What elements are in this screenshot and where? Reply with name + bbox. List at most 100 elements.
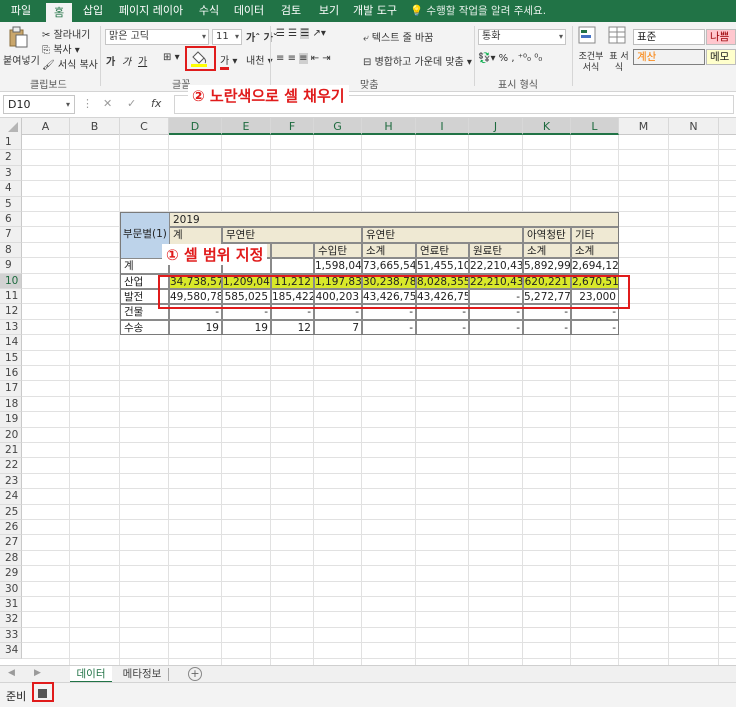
tab-review[interactable]: 검토 bbox=[276, 0, 306, 22]
tab-data[interactable]: 데이터 bbox=[232, 0, 266, 22]
name-box[interactable]: D10 ▾ bbox=[3, 95, 75, 114]
column-header-j[interactable]: J bbox=[469, 118, 523, 135]
row-header-4[interactable]: 4 bbox=[0, 181, 22, 197]
check-icon[interactable]: ✓ bbox=[127, 97, 136, 110]
style-calculation[interactable]: 계산 bbox=[633, 49, 705, 65]
tab-developer[interactable]: 개발 도구 bbox=[350, 0, 400, 22]
row-header-2[interactable]: 2 bbox=[0, 150, 22, 166]
font-size-select[interactable]: 11 ▾ bbox=[212, 29, 242, 45]
font-name-select[interactable]: 맑은 고딕 ▾ bbox=[105, 29, 209, 45]
sheet-tab-meta[interactable]: 메타정보 bbox=[116, 666, 168, 683]
align-top-buttons[interactable]: ☰ ☰ ☰ ↗▾ bbox=[276, 28, 326, 39]
row-header-10[interactable]: 10 bbox=[0, 273, 22, 289]
row-header-24[interactable]: 24 bbox=[0, 489, 22, 505]
row-header-9[interactable]: 9 bbox=[0, 258, 22, 274]
underline-button[interactable]: 가 bbox=[138, 53, 147, 68]
phonetic-button[interactable]: 내천 ▾ bbox=[246, 52, 273, 67]
row-header-29[interactable]: 29 bbox=[0, 566, 22, 582]
row-header-32[interactable]: 32 bbox=[0, 612, 22, 628]
select-all-button[interactable] bbox=[0, 118, 22, 135]
row-header-17[interactable]: 17 bbox=[0, 381, 22, 397]
column-header-a[interactable]: A bbox=[22, 118, 70, 135]
row-header-20[interactable]: 20 bbox=[0, 427, 22, 443]
scroll-left-icon[interactable]: ◀ bbox=[8, 668, 15, 678]
column-header-i[interactable]: I bbox=[416, 118, 469, 135]
tab-page-layout[interactable]: 페이지 레이아웃 bbox=[114, 0, 188, 39]
cut-button[interactable]: ✂ 잘라내기 bbox=[42, 26, 90, 41]
add-sheet-icon[interactable]: + bbox=[188, 667, 202, 681]
row-header-6[interactable]: 6 bbox=[0, 212, 22, 228]
chevron-down-icon: ▾ bbox=[74, 45, 80, 56]
number-buttons[interactable]: 💱▾ % , ⁺⁰₀ ⁰₀ bbox=[478, 53, 542, 64]
row-header-12[interactable]: 12 bbox=[0, 304, 22, 320]
style-bad[interactable]: 나쁨 bbox=[706, 29, 736, 45]
row-header-22[interactable]: 22 bbox=[0, 458, 22, 474]
number-format-select[interactable]: 통화 ▾ bbox=[478, 29, 566, 45]
row-header-27[interactable]: 27 bbox=[0, 535, 22, 551]
column-header-e[interactable]: E bbox=[222, 118, 271, 135]
bold-button[interactable]: 가 bbox=[106, 53, 115, 68]
tab-file[interactable]: 파일 bbox=[4, 0, 38, 22]
row-header-14[interactable]: 14 bbox=[0, 335, 22, 351]
row-header-8[interactable]: 8 bbox=[0, 242, 22, 259]
align-horizontal-buttons[interactable]: ≡ ≡ ≡ ⇤ ⇥ bbox=[276, 53, 331, 64]
row-header-5[interactable]: 5 bbox=[0, 196, 22, 212]
row-header-15[interactable]: 15 bbox=[0, 350, 22, 366]
row-header-18[interactable]: 18 bbox=[0, 396, 22, 413]
align-bottom-icon: ☰ bbox=[300, 28, 310, 39]
grow-font-button[interactable]: 가ˆ 가ˇ bbox=[246, 29, 278, 44]
row-header-31[interactable]: 31 bbox=[0, 597, 22, 613]
sheet-tab-data[interactable]: 데이터 bbox=[70, 666, 112, 683]
column-header-c[interactable]: C bbox=[120, 118, 169, 135]
paste-button[interactable] bbox=[8, 26, 28, 48]
row-header-3[interactable]: 3 bbox=[0, 165, 22, 182]
row-header-1[interactable]: 1 bbox=[0, 135, 22, 151]
column-header-l[interactable]: L bbox=[571, 118, 619, 135]
tab-home[interactable]: 홈 bbox=[46, 3, 72, 22]
row-header-28[interactable]: 28 bbox=[0, 550, 22, 567]
row-header-30[interactable]: 30 bbox=[0, 581, 22, 597]
column-header-m[interactable]: M bbox=[619, 118, 669, 135]
wrap-text-button[interactable]: ⤶ 텍스트 줄 바꿈 bbox=[363, 29, 433, 44]
row-header-33[interactable]: 33 bbox=[0, 627, 22, 644]
row-header-11[interactable]: 11 bbox=[0, 289, 22, 305]
column-header-b[interactable]: B bbox=[70, 118, 120, 135]
column-header-h[interactable]: H bbox=[362, 118, 416, 135]
row-header-16[interactable]: 16 bbox=[0, 366, 22, 382]
cancel-icon[interactable]: ✕ bbox=[103, 97, 112, 110]
tab-insert[interactable]: 삽입 bbox=[78, 0, 108, 22]
row-header-26[interactable]: 26 bbox=[0, 520, 22, 536]
format-as-table-button[interactable] bbox=[608, 26, 626, 44]
column-header-k[interactable]: K bbox=[523, 118, 571, 135]
insert-function-icon[interactable]: fx bbox=[151, 97, 161, 110]
row-header-7[interactable]: 7 bbox=[0, 227, 22, 243]
lightbulb-icon: 💡 bbox=[410, 5, 424, 17]
conditional-format-button[interactable] bbox=[578, 26, 596, 44]
column-header-n[interactable]: N bbox=[669, 118, 719, 135]
borders-button[interactable]: ⊞ ▾ bbox=[163, 52, 180, 63]
column-header-f[interactable]: F bbox=[271, 118, 314, 135]
italic-button[interactable]: 가 bbox=[122, 53, 131, 68]
row-header-19[interactable]: 19 bbox=[0, 412, 22, 428]
tab-formulas[interactable]: 수식 bbox=[194, 0, 224, 22]
group-divider bbox=[572, 26, 573, 86]
style-note[interactable]: 메모 bbox=[706, 49, 736, 65]
scroll-right-icon[interactable]: ▶ bbox=[34, 668, 41, 678]
row-header-21[interactable]: 21 bbox=[0, 443, 22, 459]
column-header-d[interactable]: D bbox=[169, 118, 222, 135]
format-painter-button[interactable]: 🖌 서식 복사 bbox=[42, 56, 98, 71]
row-header-13[interactable]: 13 bbox=[0, 319, 22, 336]
align-middle-icon: ☰ bbox=[288, 28, 298, 39]
font-color-button[interactable]: 가 ▾ bbox=[220, 52, 237, 70]
row-header-25[interactable]: 25 bbox=[0, 504, 22, 520]
copy-button[interactable]: ⎘ 복사 ▾ bbox=[42, 41, 80, 56]
tab-view[interactable]: 보기 bbox=[314, 0, 344, 22]
row-header-23[interactable]: 23 bbox=[0, 473, 22, 490]
style-normal[interactable]: 표준 bbox=[633, 29, 705, 45]
fill-color-highlight-box bbox=[185, 46, 216, 71]
tell-me-box[interactable]: 💡 수행할 작업을 알려 주세요. bbox=[410, 0, 546, 22]
column-header-g[interactable]: G bbox=[314, 118, 362, 135]
merge-center-button[interactable]: ⊟ 병합하고 가운데 맞춤 ▾ bbox=[363, 53, 472, 68]
indent-icon: ⇤ ⇥ bbox=[310, 53, 331, 64]
row-header-34[interactable]: 34 bbox=[0, 643, 22, 659]
